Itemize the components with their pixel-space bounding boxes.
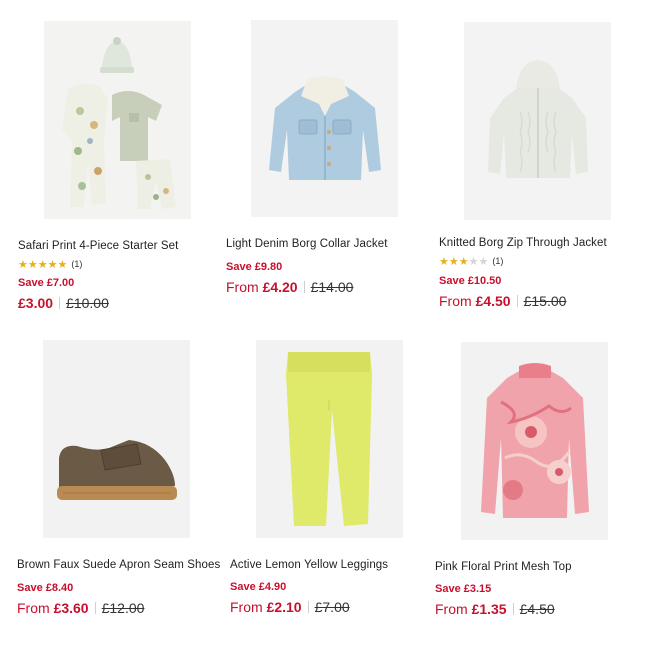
original-price: £12.00: [101, 600, 145, 616]
save-amount: Save £3.15: [435, 583, 492, 595]
star-icon: ★: [448, 256, 459, 268]
price-row: From £3.60 £12.00: [17, 600, 144, 616]
price-row: £3.00 £10.00: [18, 295, 109, 311]
product-image[interactable]: [256, 340, 403, 538]
product-image[interactable]: [464, 22, 611, 220]
original-price: £4.50: [519, 601, 555, 617]
star-icon: ★: [478, 256, 489, 268]
current-price: £2.10: [266, 599, 302, 615]
from-label: From: [435, 601, 468, 617]
price-row: From £1.35 £4.50: [435, 601, 555, 617]
star-icon: ★: [57, 259, 68, 271]
save-amount: Save £9.80: [226, 261, 283, 273]
original-price: £10.00: [66, 295, 109, 311]
brown-shoe-illustration: [43, 340, 190, 538]
from-label: From: [226, 279, 259, 295]
star-icon: ★: [468, 256, 479, 268]
rating-stars: ★★★★★ (1): [439, 255, 503, 268]
price-row: From £4.50 £15.00: [439, 293, 566, 309]
price-divider: [512, 603, 514, 615]
original-price: £15.00: [523, 293, 567, 309]
rating-count[interactable]: (1): [492, 256, 503, 266]
product-image[interactable]: [251, 20, 398, 217]
star-icon: ★: [458, 256, 469, 268]
product-name[interactable]: Safari Print 4-Piece Starter Set: [18, 240, 178, 252]
from-label: From: [17, 600, 50, 616]
product-image[interactable]: [461, 342, 608, 540]
product-name[interactable]: Pink Floral Print Mesh Top: [435, 561, 572, 573]
save-amount: Save £4.90: [230, 581, 287, 593]
current-price: £4.20: [262, 279, 298, 295]
price-row: From £4.20 £14.00: [226, 279, 353, 295]
original-price: £7.00: [314, 599, 350, 615]
rating-stars: ★★★★★ (1): [18, 258, 82, 271]
safari-starter-set-illustration: [44, 21, 191, 219]
current-price: £3.00: [18, 295, 54, 311]
original-price: £14.00: [310, 279, 354, 295]
from-label: From: [439, 293, 472, 309]
rating-count[interactable]: (1): [71, 259, 82, 269]
save-amount: Save £7.00: [18, 277, 75, 289]
star-icon: ★: [18, 259, 28, 271]
star-icon: ★: [439, 256, 449, 268]
product-image[interactable]: [43, 340, 190, 538]
product-name[interactable]: Active Lemon Yellow Leggings: [230, 559, 388, 571]
star-icon: ★: [37, 259, 48, 271]
price-divider: [303, 281, 305, 293]
pink-floral-top-illustration: [461, 342, 608, 540]
from-label: From: [230, 599, 263, 615]
star-icon: ★: [47, 259, 58, 271]
star-icon: ★: [27, 259, 38, 271]
save-amount: Save £8.40: [17, 582, 74, 594]
denim-jacket-illustration: [251, 20, 398, 217]
product-name[interactable]: Light Denim Borg Collar Jacket: [226, 238, 388, 250]
product-image[interactable]: [44, 21, 191, 219]
price-divider: [307, 601, 309, 613]
product-name[interactable]: Brown Faux Suede Apron Seam Shoes: [17, 559, 220, 571]
product-name[interactable]: Knitted Borg Zip Through Jacket: [439, 237, 607, 249]
current-price: £1.35: [471, 601, 507, 617]
save-amount: Save £10.50: [439, 275, 502, 287]
price-row: From £2.10 £7.00: [230, 599, 350, 615]
price-divider: [516, 295, 518, 307]
current-price: £3.60: [53, 600, 89, 616]
knitted-jacket-illustration: [464, 22, 611, 220]
price-divider: [59, 297, 61, 309]
yellow-leggings-illustration: [256, 340, 403, 538]
price-divider: [94, 602, 96, 614]
current-price: £4.50: [475, 293, 511, 309]
